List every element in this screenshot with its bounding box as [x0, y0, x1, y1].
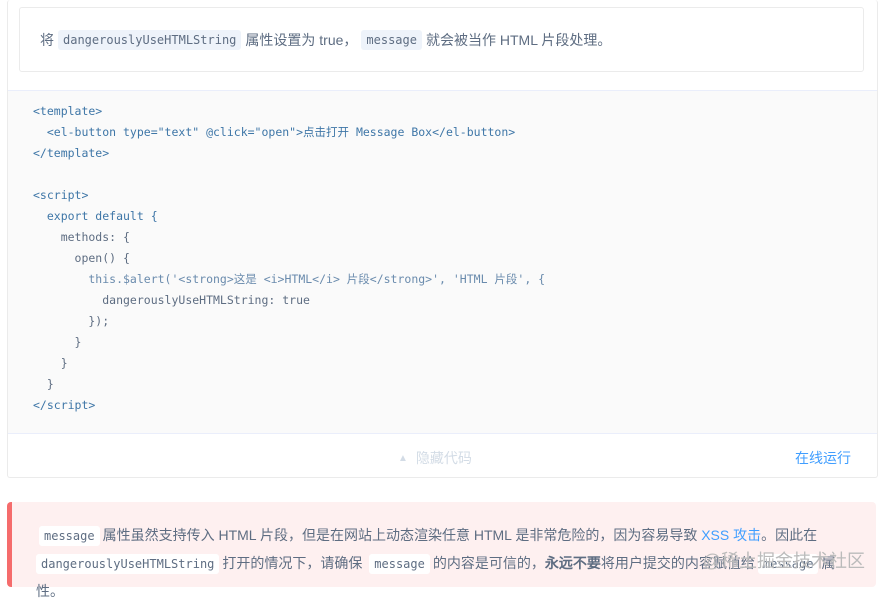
- watermark: @稀土掘金技术社区: [703, 547, 865, 573]
- warning-bold: 永远不要: [545, 555, 601, 571]
- inline-code: message: [39, 526, 100, 546]
- caret-up-icon: ▲: [398, 453, 408, 464]
- code-line: </template>: [33, 146, 109, 160]
- demo-description: 将 dangerouslyUseHTMLString 属性设置为 true， m…: [19, 7, 864, 72]
- code-line: </script>: [33, 398, 95, 412]
- code-line: this.$alert('<strong>这是 <i>HTML</i> 片段</…: [33, 272, 545, 286]
- xss-link[interactable]: XSS 攻击: [701, 527, 761, 543]
- code-line: }: [33, 335, 81, 349]
- code-line: <script>: [33, 188, 88, 202]
- demo-block: 将 dangerouslyUseHTMLString 属性设置为 true， m…: [7, 0, 878, 478]
- code-line: }: [33, 356, 68, 370]
- code-line: }: [33, 377, 54, 391]
- demo-controls: ▲ 隐藏代码 在线运行: [8, 433, 877, 478]
- inline-code: message: [369, 554, 430, 574]
- warning-text: 。因此在: [761, 527, 817, 543]
- hide-code-button[interactable]: ▲ 隐藏代码: [398, 448, 472, 468]
- warning-tip: message属性虽然支持传入 HTML 片段，但是在网站上动态渲染任意 HTM…: [7, 502, 876, 587]
- hide-code-label: 隐藏代码: [416, 448, 472, 468]
- code-line: <el-button type="text" @click="open">点击打…: [33, 125, 515, 139]
- warning-text: 属性虽然支持传入 HTML 片段，但是在网站上动态渲染任意 HTML 是非常危险…: [103, 527, 698, 543]
- code-line: methods: {: [33, 230, 130, 244]
- warning-text: 打开的情况下，请确保: [222, 555, 362, 571]
- warning-text: 的内容是可信的，: [433, 555, 545, 571]
- code-line: open() {: [33, 251, 130, 265]
- desc-text: 将: [40, 30, 54, 50]
- inline-code: dangerouslyUseHTMLString: [58, 30, 241, 50]
- code-line: dangerouslyUseHTMLString: true: [33, 293, 310, 307]
- code-block: <template> <el-button type="text" @click…: [8, 90, 877, 434]
- inline-code: dangerouslyUseHTMLString: [36, 554, 219, 574]
- run-online-button[interactable]: 在线运行: [795, 448, 851, 468]
- inline-code: message: [361, 30, 422, 50]
- code-content: <template> <el-button type="text" @click…: [8, 91, 877, 426]
- desc-text: 就会被当作 HTML 片段处理。: [426, 30, 611, 50]
- code-line: });: [33, 314, 109, 328]
- code-line: <template>: [33, 104, 102, 118]
- desc-text: 属性设置为 true，: [245, 30, 357, 50]
- code-line: export default {: [33, 209, 158, 223]
